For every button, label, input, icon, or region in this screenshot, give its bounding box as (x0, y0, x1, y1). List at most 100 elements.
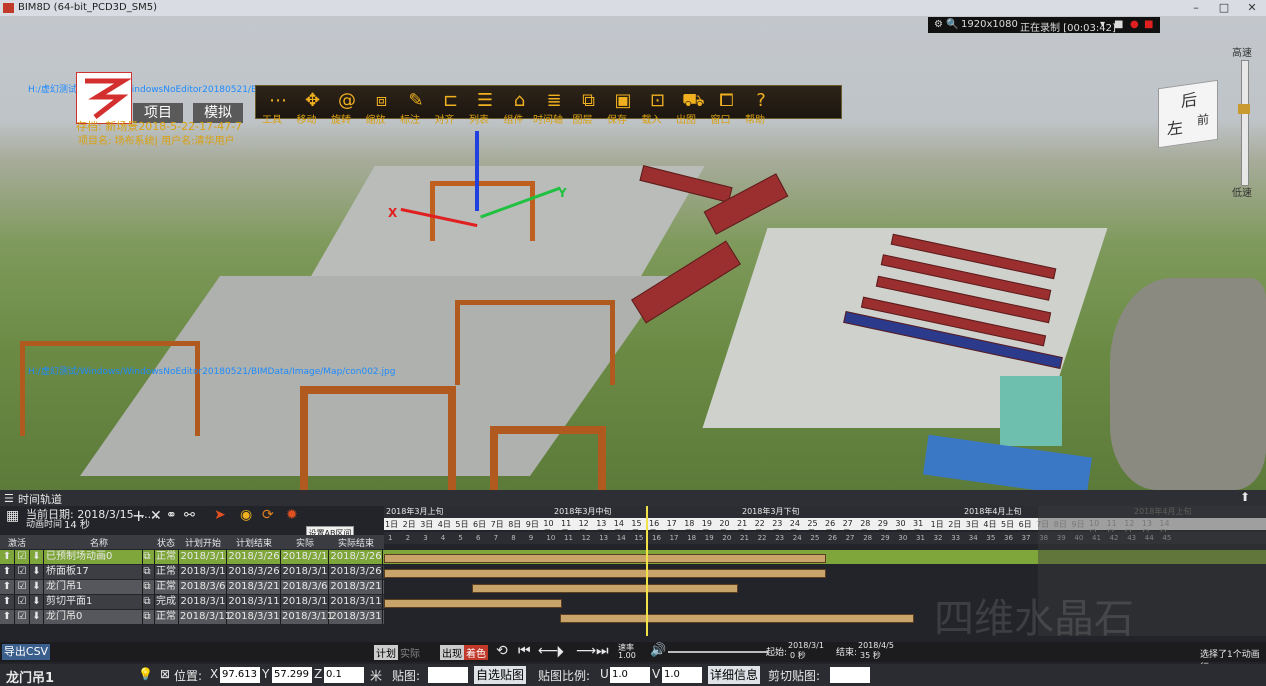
reset-icon[interactable]: ◉ (240, 507, 252, 523)
dropdown-icon[interactable]: ▾ (1100, 19, 1105, 30)
actual-toggle[interactable]: 实际 (400, 645, 420, 660)
gantt-bar[interactable] (384, 554, 826, 563)
table-row[interactable]: ⬆ ☑ ⬇ 已预制场动画0 ⧉ 正常 2018/3/1 2018/3/26 2018/3/1 20… (0, 550, 384, 564)
table-row[interactable]: ⬆ ☑ ⬇ 桥面板17 ⧉ 正常 2018/3/1 2018/3/26 2018/3/1 2018… (0, 565, 384, 579)
volume-slider[interactable] (668, 651, 768, 653)
app-logo (76, 72, 132, 124)
texture-swatch[interactable] (428, 667, 468, 683)
plan-toggle[interactable]: 计划 (374, 645, 398, 660)
active-checkbox[interactable]: ☑ (15, 580, 30, 594)
skip-end-icon[interactable]: ⏭ (596, 643, 609, 659)
move-down-icon[interactable]: ⬇ (30, 595, 44, 609)
stop-icon[interactable]: ■ (1144, 19, 1153, 30)
speed-value[interactable]: 1.00 (618, 651, 636, 660)
y-input[interactable]: 57.299 (272, 667, 312, 683)
auto-texture-button[interactable]: 自选贴图 (474, 666, 526, 684)
view-cube[interactable]: 后 左 前 (1158, 79, 1218, 149)
end-date[interactable]: 2018/4/5 (858, 641, 894, 650)
row-type-icon[interactable]: ⧉ (140, 565, 155, 579)
active-checkbox[interactable]: ☑ (15, 595, 30, 609)
tick-label: 27 (845, 534, 855, 542)
x-input[interactable]: 97.613 (220, 667, 260, 683)
col-actual-end[interactable]: 实际结束 (330, 536, 382, 549)
row-type-icon[interactable]: ⧉ (140, 610, 155, 624)
col-status[interactable]: 状态 (154, 536, 178, 549)
speed-track[interactable] (1241, 60, 1249, 186)
row-type-icon[interactable]: ⧉ (140, 580, 155, 594)
gantt-bar[interactable] (384, 569, 826, 578)
row-type-icon[interactable]: ⧉ (140, 595, 155, 609)
pin-icon[interactable]: ⊠ (160, 667, 170, 681)
col-plan-end[interactable]: 计划结束 (228, 536, 280, 549)
row-type-icon[interactable]: ⧉ (140, 550, 155, 564)
loop-icon[interactable]: ⟲ (496, 643, 508, 659)
3d-viewport[interactable]: X Y ⚙ 🔍 1920x1080 正在录制 [00:03:42] ▾ ■ ● … (0, 16, 1266, 490)
export-csv-button[interactable]: 导出CSV (2, 644, 50, 660)
link-icon[interactable]: ⚭ (166, 508, 177, 523)
row-actual-start: 2018/3/1 (282, 565, 329, 579)
table-row[interactable]: ⬆ ☑ ⬇ 剪切平面1 ⧉ 完成 2018/3/1 2018/3/11 2018/3/1 2018… (0, 595, 384, 609)
move-up-icon[interactable]: ⬆ (0, 580, 15, 594)
row-plan-start: 2018/3/1 (180, 565, 227, 579)
bulb-icon[interactable]: 💡 (138, 667, 153, 681)
move-down-icon[interactable]: ⬇ (30, 580, 44, 594)
day-label: 9日 (525, 520, 539, 529)
appear-toggle[interactable]: 出现 (440, 645, 464, 660)
col-name[interactable]: 名称 (44, 536, 154, 549)
start-date[interactable]: 2018/3/1 (788, 641, 824, 650)
refresh-icon[interactable]: ⟳ (262, 507, 274, 523)
move-up-icon[interactable]: ⬆ (0, 565, 15, 579)
col-plan-start[interactable]: 计划开始 (180, 536, 226, 549)
move-up-icon[interactable]: ⬆ (0, 595, 15, 609)
move-up-icon[interactable]: ⬆ (0, 610, 15, 624)
window-icon: ⧠ (719, 90, 734, 111)
table-row[interactable]: ⬆ ☑ ⬇ 龙门吊0 ⧉ 正常 2018/3/11 2018/3/31 2018/3/11 201… (0, 610, 384, 624)
view-cube-front[interactable]: 前 (1197, 110, 1209, 129)
y-label: Y (262, 667, 270, 681)
move-up-icon[interactable]: ⬆ (0, 550, 15, 564)
u-input[interactable]: 1.0 (610, 667, 650, 683)
collapse-icon[interactable]: ⬆ (1240, 490, 1250, 504)
table-row[interactable]: ⬆ ☑ ⬇ 龙门吊1 ⧉ 正常 2018/3/6 2018/3/21 2018/3/6 2018/… (0, 580, 384, 594)
detail-button[interactable]: 详细信息 (708, 666, 760, 684)
list-icon: ☰ (476, 90, 494, 111)
tick-label: 34 (968, 534, 978, 542)
gantt-chart[interactable]: 2018年3月上旬 2018年3月中旬 2018年3月下旬 2018年4月上旬 2018… (384, 506, 1266, 642)
cut-texture-swatch[interactable] (830, 667, 870, 683)
view-cube-left[interactable]: 左 (1167, 114, 1183, 140)
record-icon[interactable]: ● (1130, 19, 1139, 30)
play-icon[interactable]: ⏵ (556, 642, 564, 662)
move-down-icon[interactable]: ⬇ (30, 565, 44, 579)
z-input[interactable]: 0.1 (324, 667, 364, 683)
color-toggle[interactable]: 着色 (464, 645, 488, 660)
volume-icon[interactable]: 🔊 (650, 643, 666, 658)
col-actual-start[interactable]: 实际 (282, 536, 328, 549)
calendar-icon[interactable]: ▦ (6, 508, 19, 524)
skip-start-icon[interactable]: ⏮ (518, 643, 531, 659)
step-forward-icon[interactable]: ⟶ (576, 643, 596, 659)
current-time-cursor[interactable] (646, 506, 648, 636)
gantt-bar[interactable] (560, 614, 914, 623)
gantt-bar[interactable] (384, 599, 562, 608)
play-animation-icon[interactable]: ➤ (214, 507, 226, 523)
col-active[interactable]: 激活 (2, 536, 32, 549)
gantt-bar[interactable] (472, 584, 738, 593)
add-icon[interactable]: + (132, 506, 145, 525)
unlink-icon[interactable]: ⚯ (184, 508, 195, 523)
active-checkbox[interactable]: ☑ (15, 550, 30, 564)
close-button[interactable]: ✕ (1238, 0, 1266, 16)
view-cube-back[interactable]: 后 (1181, 86, 1197, 112)
v-input[interactable]: 1.0 (662, 667, 702, 683)
gizmo-z-axis[interactable] (475, 131, 479, 211)
set-ab-range-icon[interactable]: ✹ (286, 507, 298, 523)
maximize-button[interactable]: □ (1210, 0, 1238, 16)
snapshot-icon[interactable]: ■ (1114, 19, 1123, 30)
speed-handle[interactable] (1238, 104, 1250, 114)
move-down-icon[interactable]: ⬇ (30, 550, 44, 564)
active-checkbox[interactable]: ☑ (15, 610, 30, 624)
delete-icon[interactable]: ✕ (150, 508, 162, 524)
minimize-button[interactable]: – (1182, 0, 1210, 16)
speed-slider[interactable]: 高速 低速 (1232, 48, 1256, 199)
active-checkbox[interactable]: ☑ (15, 565, 30, 579)
move-down-icon[interactable]: ⬇ (30, 610, 44, 624)
